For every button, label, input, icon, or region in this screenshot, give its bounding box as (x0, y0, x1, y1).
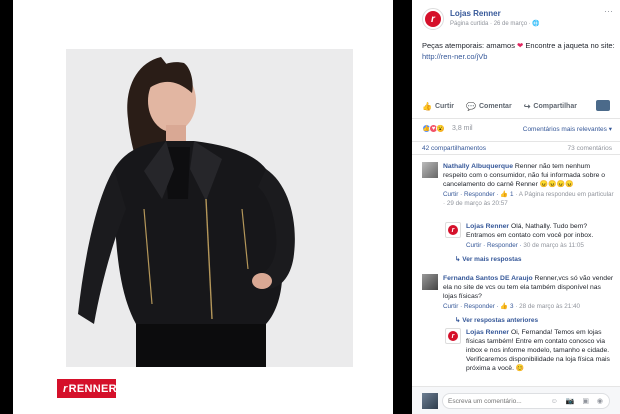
renner-logo-text: RENNER (68, 382, 117, 395)
reply-item: r Lojas Renner Olá, Nathally. Tudo bem? … (445, 222, 617, 252)
comment-body: Nathally Albuquerque Renner não tem nenh… (443, 162, 615, 208)
post-side-panel: r Lojas Renner Página curtida · 26 de ma… (412, 0, 620, 414)
page-avatar[interactable]: r (445, 222, 461, 238)
page-avatar[interactable]: r (422, 8, 444, 30)
comment-author[interactable]: Lojas Renner (466, 329, 509, 336)
post-text-part: Encontre a jaqueta no site: (523, 41, 615, 50)
comment-meta: Curtir · Responder · 👍 3 · 28 de março à… (443, 302, 615, 311)
product-photo[interactable] (66, 49, 353, 367)
counts-bar: 42 compartilhamentos 73 comentários (412, 141, 620, 155)
comment-actions[interactable]: Curtir · Responder · (443, 303, 500, 310)
share-button[interactable]: ↪ Compartilhar (524, 102, 577, 111)
comment-button[interactable]: 💬 Comentar (466, 102, 512, 111)
comment-likes[interactable]: 👍 3 (500, 303, 513, 310)
share-label: Compartilhar (533, 103, 577, 110)
reactions-bar: 👍 ♥ 😮 3,8 mil Comentários mais relevante… (412, 118, 620, 138)
comment-author[interactable]: Nathally Albuquerque (443, 163, 513, 170)
comment-actions[interactable]: Curtir · Responder · (443, 191, 500, 198)
comment-meta-text: · 28 de março às 21:40 (513, 303, 580, 310)
comment-body: Lojas Renner Olá, Nathally. Tudo bem? En… (466, 222, 617, 250)
comment-likes[interactable]: 👍 1 (500, 191, 513, 198)
reaction-icons[interactable]: 👍 ♥ 😮 (422, 124, 445, 133)
comment-meta-text: 30 de março às 11:05 (523, 242, 584, 249)
page-name-link[interactable]: Lojas Renner (450, 9, 501, 18)
view-more-replies-link[interactable]: ↳ Ver mais respostas (455, 255, 522, 263)
comment-author[interactable]: Lojas Renner (466, 223, 509, 230)
post-actions: 👍 Curtir 💬 Comentar ↪ Compartilhar (422, 100, 614, 113)
comment-composer: ☺ 📷 ▣ ◉ (412, 386, 620, 414)
avatar[interactable] (422, 274, 438, 290)
comment-item: Fernanda Santos DE Araujo Renner,vcs só … (422, 274, 616, 314)
posting-as-avatar[interactable] (596, 100, 610, 111)
comment-body: Lojas Renner Oi, Fernanda! Temos em loja… (466, 328, 617, 373)
like-button[interactable]: 👍 Curtir (422, 102, 454, 111)
comment-label: Comentar (479, 103, 512, 110)
post-meta: Página curtida · 26 de março · 🌐 (450, 21, 540, 27)
comment-sort-dropdown[interactable]: Comentários mais relevantes ▾ (523, 125, 612, 133)
wow-reaction-icon: 😮 (436, 124, 445, 133)
like-label: Curtir (434, 103, 455, 110)
page-avatar[interactable]: r (445, 328, 461, 344)
post-text-part: Peças atemporais: amamos (422, 41, 518, 50)
renner-logo: r RENNER (57, 379, 117, 398)
reaction-count[interactable]: 3,8 mil (452, 125, 473, 132)
comment-meta: Curtir · Responder · 👍 1 · A Página resp… (443, 190, 615, 208)
comment-meta: Curtir · Responder · 30 de março às 11:0… (466, 241, 617, 250)
share-icon: ↪ (523, 102, 531, 111)
photo-card: r RENNER (13, 0, 393, 414)
comment-actions[interactable]: Curtir · Responder · (466, 242, 523, 249)
renner-logo-icon: r (448, 225, 458, 235)
thumbs-up-icon: 👍 (422, 102, 432, 111)
comment-count: 73 comentários (567, 145, 612, 152)
post-text: Peças atemporais: amamos ❤ Encontre a ja… (422, 40, 617, 62)
post-link[interactable]: http://ren-ner.co/jVb (422, 52, 487, 61)
smile-emoji-icon: 😊 (515, 365, 525, 372)
comment-item: Nathally Albuquerque Renner não tem nenh… (422, 162, 616, 212)
shares-count-link[interactable]: 42 compartilhamentos (422, 145, 486, 152)
reply-item: r Lojas Renner Oi, Fernanda! Temos em lo… (445, 328, 617, 384)
model-illustration (66, 49, 353, 367)
comment-body: Fernanda Santos DE Araujo Renner,vcs só … (443, 274, 615, 311)
photo-area: r RENNER (0, 0, 412, 414)
more-options-button[interactable]: ··· (604, 6, 613, 16)
avatar (422, 393, 438, 409)
renner-r-mark: r (63, 382, 68, 395)
renner-logo-icon: r (448, 331, 458, 341)
avatar[interactable] (422, 162, 438, 178)
view-previous-replies-link[interactable]: ↳ Ver respostas anteriores (455, 316, 538, 324)
post-header: r Lojas Renner Página curtida · 26 de ma… (422, 6, 617, 30)
comment-author[interactable]: Fernanda Santos DE Araujo (443, 275, 533, 282)
renner-logo-icon: r (425, 11, 441, 27)
comment-icon: 💬 (466, 102, 476, 111)
angry-emoji-icon: 😠😠😠😠 (539, 181, 574, 188)
composer-icons[interactable]: ☺ 📷 ▣ ◉ (551, 397, 606, 405)
photo-viewer: r RENNER r Lojas Renner Página curtida ·… (0, 0, 620, 414)
